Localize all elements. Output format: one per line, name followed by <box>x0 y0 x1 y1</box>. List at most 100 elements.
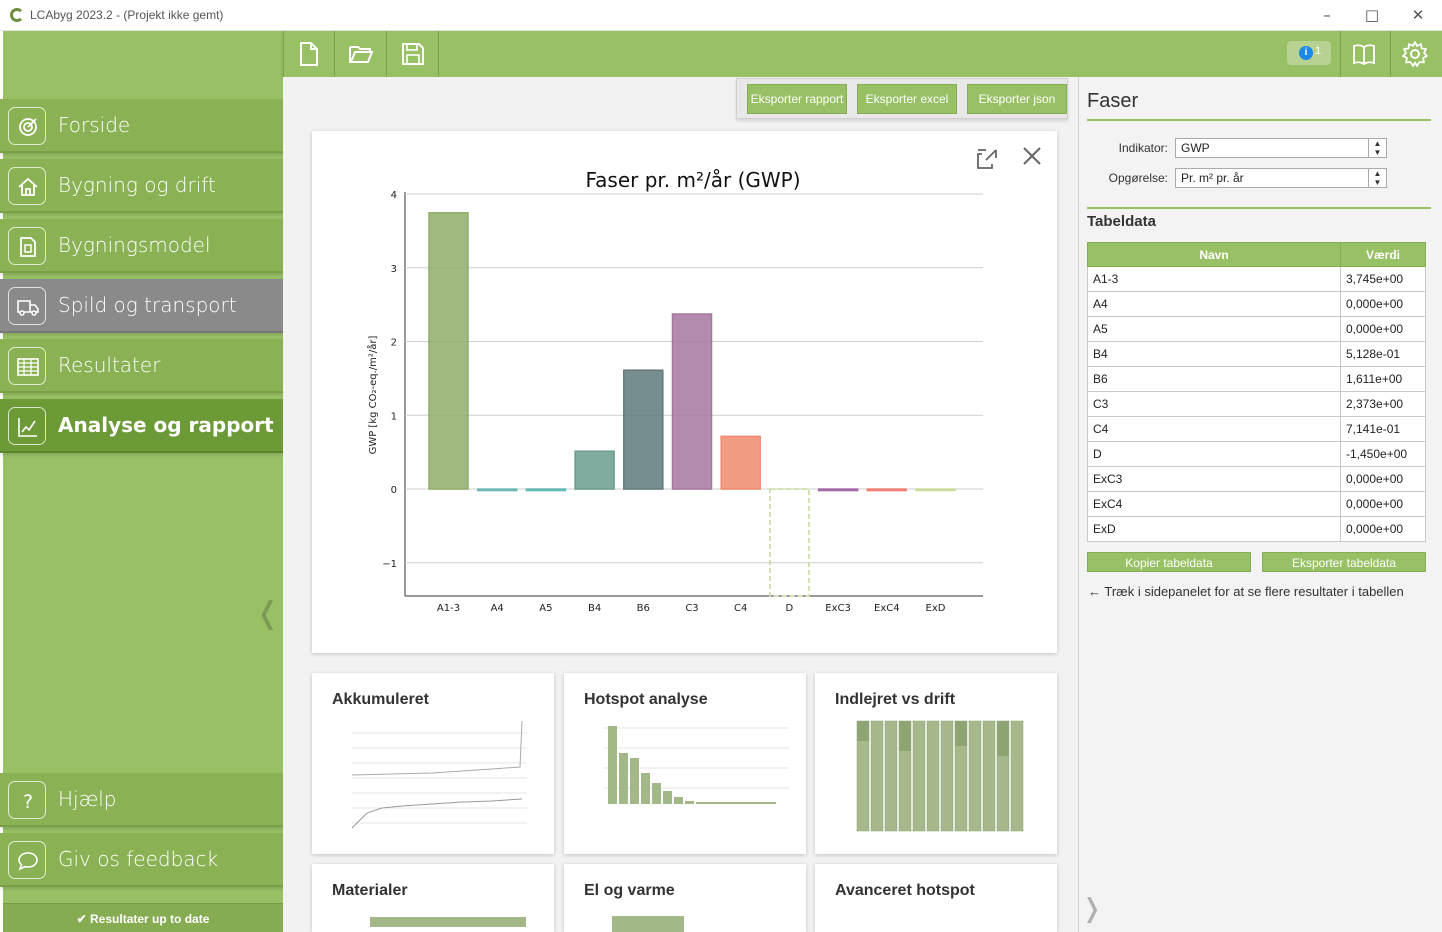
chart-x-tick-label: B4 <box>588 603 601 614</box>
copy-table-button[interactable]: Kopier tabeldata <box>1087 552 1251 572</box>
export-excel-button[interactable]: Eksporter excel <box>857 84 957 114</box>
indicator-select[interactable]: GWP ▲ ▼ <box>1175 138 1387 158</box>
chart-bar-c4[interactable] <box>720 435 761 490</box>
chart-bar-exc3[interactable] <box>817 488 859 492</box>
table-row[interactable]: A5 0,000e+00 <box>1087 316 1426 342</box>
thumbnail-hotspot-analyse[interactable]: Hotspot analyse <box>564 673 806 854</box>
sidebar-item-label: Bygning og drift <box>58 173 216 197</box>
expand-chart-button[interactable] <box>977 149 997 169</box>
svg-text:?: ? <box>23 791 33 812</box>
export-json-button[interactable]: Eksporter json <box>967 84 1067 114</box>
table-row[interactable]: C3 2,373e+00 <box>1087 391 1426 417</box>
chart-bar-a5[interactable] <box>525 488 567 492</box>
notification-button[interactable]: i 1 <box>1287 41 1331 65</box>
home-target-icon <box>8 107 46 145</box>
toolbar-divider <box>1340 31 1341 77</box>
open-folder-icon <box>349 46 374 63</box>
chart-bar-exc4[interactable] <box>866 488 908 492</box>
indicator-label: Indikator: <box>1118 141 1168 155</box>
sidebar-item-bygningsmodel[interactable]: Bygningsmodel <box>0 219 284 273</box>
minimize-button[interactable]: – <box>1307 4 1347 26</box>
sidebar-item-hjaelp[interactable]: ? Hjælp <box>0 773 284 827</box>
thumbnail-el-og-varme[interactable]: El og varme <box>564 864 806 932</box>
table-row[interactable]: A4 0,000e+00 <box>1087 291 1426 317</box>
column-header-value[interactable]: Værdi <box>1340 242 1426 267</box>
sidebar-item-analyse-og-rapport[interactable]: Analyse og rapport <box>0 399 284 453</box>
panel-title: Faser <box>1087 90 1139 112</box>
settings-button[interactable] <box>1399 38 1431 70</box>
export-table-button[interactable]: Eksporter tabeldata <box>1262 552 1426 572</box>
cell-name: B6 <box>1087 366 1341 392</box>
table-row[interactable]: A1-3 3,745e+00 <box>1087 266 1426 292</box>
table-title: Tabeldata <box>1087 213 1156 230</box>
chart-icon <box>8 407 46 445</box>
toolbar-divider <box>386 31 387 77</box>
thumbnail-avanceret-hotspot[interactable]: Avanceret hotspot <box>815 864 1057 932</box>
table-row[interactable]: C4 7,141e-01 <box>1087 416 1426 442</box>
chart-x-tick-label: A5 <box>539 603 552 614</box>
table-icon <box>8 347 46 385</box>
electricity-heat-chart-preview <box>612 916 684 932</box>
chart-bar-a4[interactable] <box>476 488 518 492</box>
sidebar-item-feedback[interactable]: Giv os feedback <box>0 833 284 887</box>
chart-title: Faser pr. m²/år (GWP) <box>585 168 800 192</box>
unit-select[interactable]: Pr. m² pr. år ▲ ▼ <box>1175 168 1387 188</box>
chart-bar-c3[interactable] <box>671 313 713 490</box>
table-row[interactable]: ExC4 0,000e+00 <box>1087 491 1426 517</box>
speech-bubble-icon <box>8 841 46 879</box>
chart-y-tick-label: 4 <box>391 190 397 201</box>
chart-bar-d[interactable] <box>769 488 810 597</box>
chart-y-axis-label: GWP [kg CO₂-eq./m²/år] <box>366 335 379 454</box>
new-file-button[interactable] <box>293 38 325 70</box>
open-folder-button[interactable] <box>345 38 377 70</box>
sidebar-item-label: Bygningsmodel <box>58 233 211 257</box>
collapse-sidebar-handle[interactable]: ❬ <box>255 596 280 631</box>
toolbar-divider <box>1390 31 1391 77</box>
thumbnail-akkumuleret[interactable]: Akkumuleret <box>312 673 554 854</box>
save-button[interactable] <box>397 38 429 70</box>
column-header-name[interactable]: Navn <box>1087 242 1341 267</box>
chart-y-tick-label: −1 <box>382 559 397 570</box>
cell-name: ExD <box>1087 516 1341 542</box>
accumulated-chart-preview <box>351 720 527 829</box>
sidebar-item-resultater[interactable]: Resultater <box>0 339 284 393</box>
title-bar: LCAbyg 2023.2 - (Projekt ikke gemt) – □ … <box>0 0 1442 31</box>
expand-panel-handle[interactable]: ❭ <box>1081 894 1103 924</box>
data-table: Navn Værdi A1-3 3,745e+00 A4 0,000e+00 A5 0,0… <box>1087 242 1426 542</box>
unit-value: Pr. m² pr. år <box>1181 171 1244 185</box>
sidebar-item-forside[interactable]: Forside <box>0 99 284 153</box>
drag-hint-text: ← Træk i sidepanelet for at se flere res… <box>1088 584 1404 599</box>
panel-divider <box>1087 119 1431 121</box>
table-row[interactable]: B6 1,611e+00 <box>1087 366 1426 392</box>
sidebar-item-label: Hjælp <box>58 787 117 811</box>
app-logo-icon <box>10 8 24 22</box>
table-row[interactable]: ExD 0,000e+00 <box>1087 516 1426 542</box>
thumbnail-materialer[interactable]: Materialer <box>312 864 554 932</box>
cell-name: A5 <box>1087 316 1341 342</box>
manual-button[interactable] <box>1348 38 1380 70</box>
chart-bar-a1-3[interactable] <box>428 212 469 490</box>
table-row[interactable]: D -1,450e+00 <box>1087 441 1426 467</box>
unit-label: Opgørelse: <box>1108 171 1168 185</box>
table-row[interactable]: ExC3 0,000e+00 <box>1087 466 1426 492</box>
window-title: LCAbyg 2023.2 - (Projekt ikke gemt) <box>30 8 224 22</box>
sidebar-item-bygning-og-drift[interactable]: Bygning og drift <box>0 159 284 213</box>
table-row[interactable]: B4 5,128e-01 <box>1087 341 1426 367</box>
close-window-button[interactable]: ✕ <box>1398 4 1438 26</box>
chart-bar-b6[interactable] <box>623 369 664 490</box>
status-bar: ✔ Resultater up to date <box>3 903 283 932</box>
chart-x-tick-label: D <box>786 603 794 614</box>
chart-bar-b4[interactable] <box>574 450 615 490</box>
cell-name: A4 <box>1087 291 1341 317</box>
maximize-button[interactable]: □ <box>1352 4 1392 26</box>
chart-x-tick-label: C4 <box>734 603 747 614</box>
chart-bar-exd[interactable] <box>915 488 956 492</box>
close-chart-button[interactable] <box>1023 147 1041 165</box>
export-report-button[interactable]: Eksporter rapport <box>747 84 847 114</box>
toolbar-divider <box>283 31 284 77</box>
sidebar-item-label: Resultater <box>58 353 161 377</box>
thumbnail-indlejret-vs-drift[interactable]: Indlejret vs drift <box>815 673 1057 854</box>
sidebar-item-spild-og-transport[interactable]: Spild og transport <box>0 279 284 333</box>
indicator-value: GWP <box>1181 141 1210 155</box>
book-icon <box>1353 44 1375 66</box>
